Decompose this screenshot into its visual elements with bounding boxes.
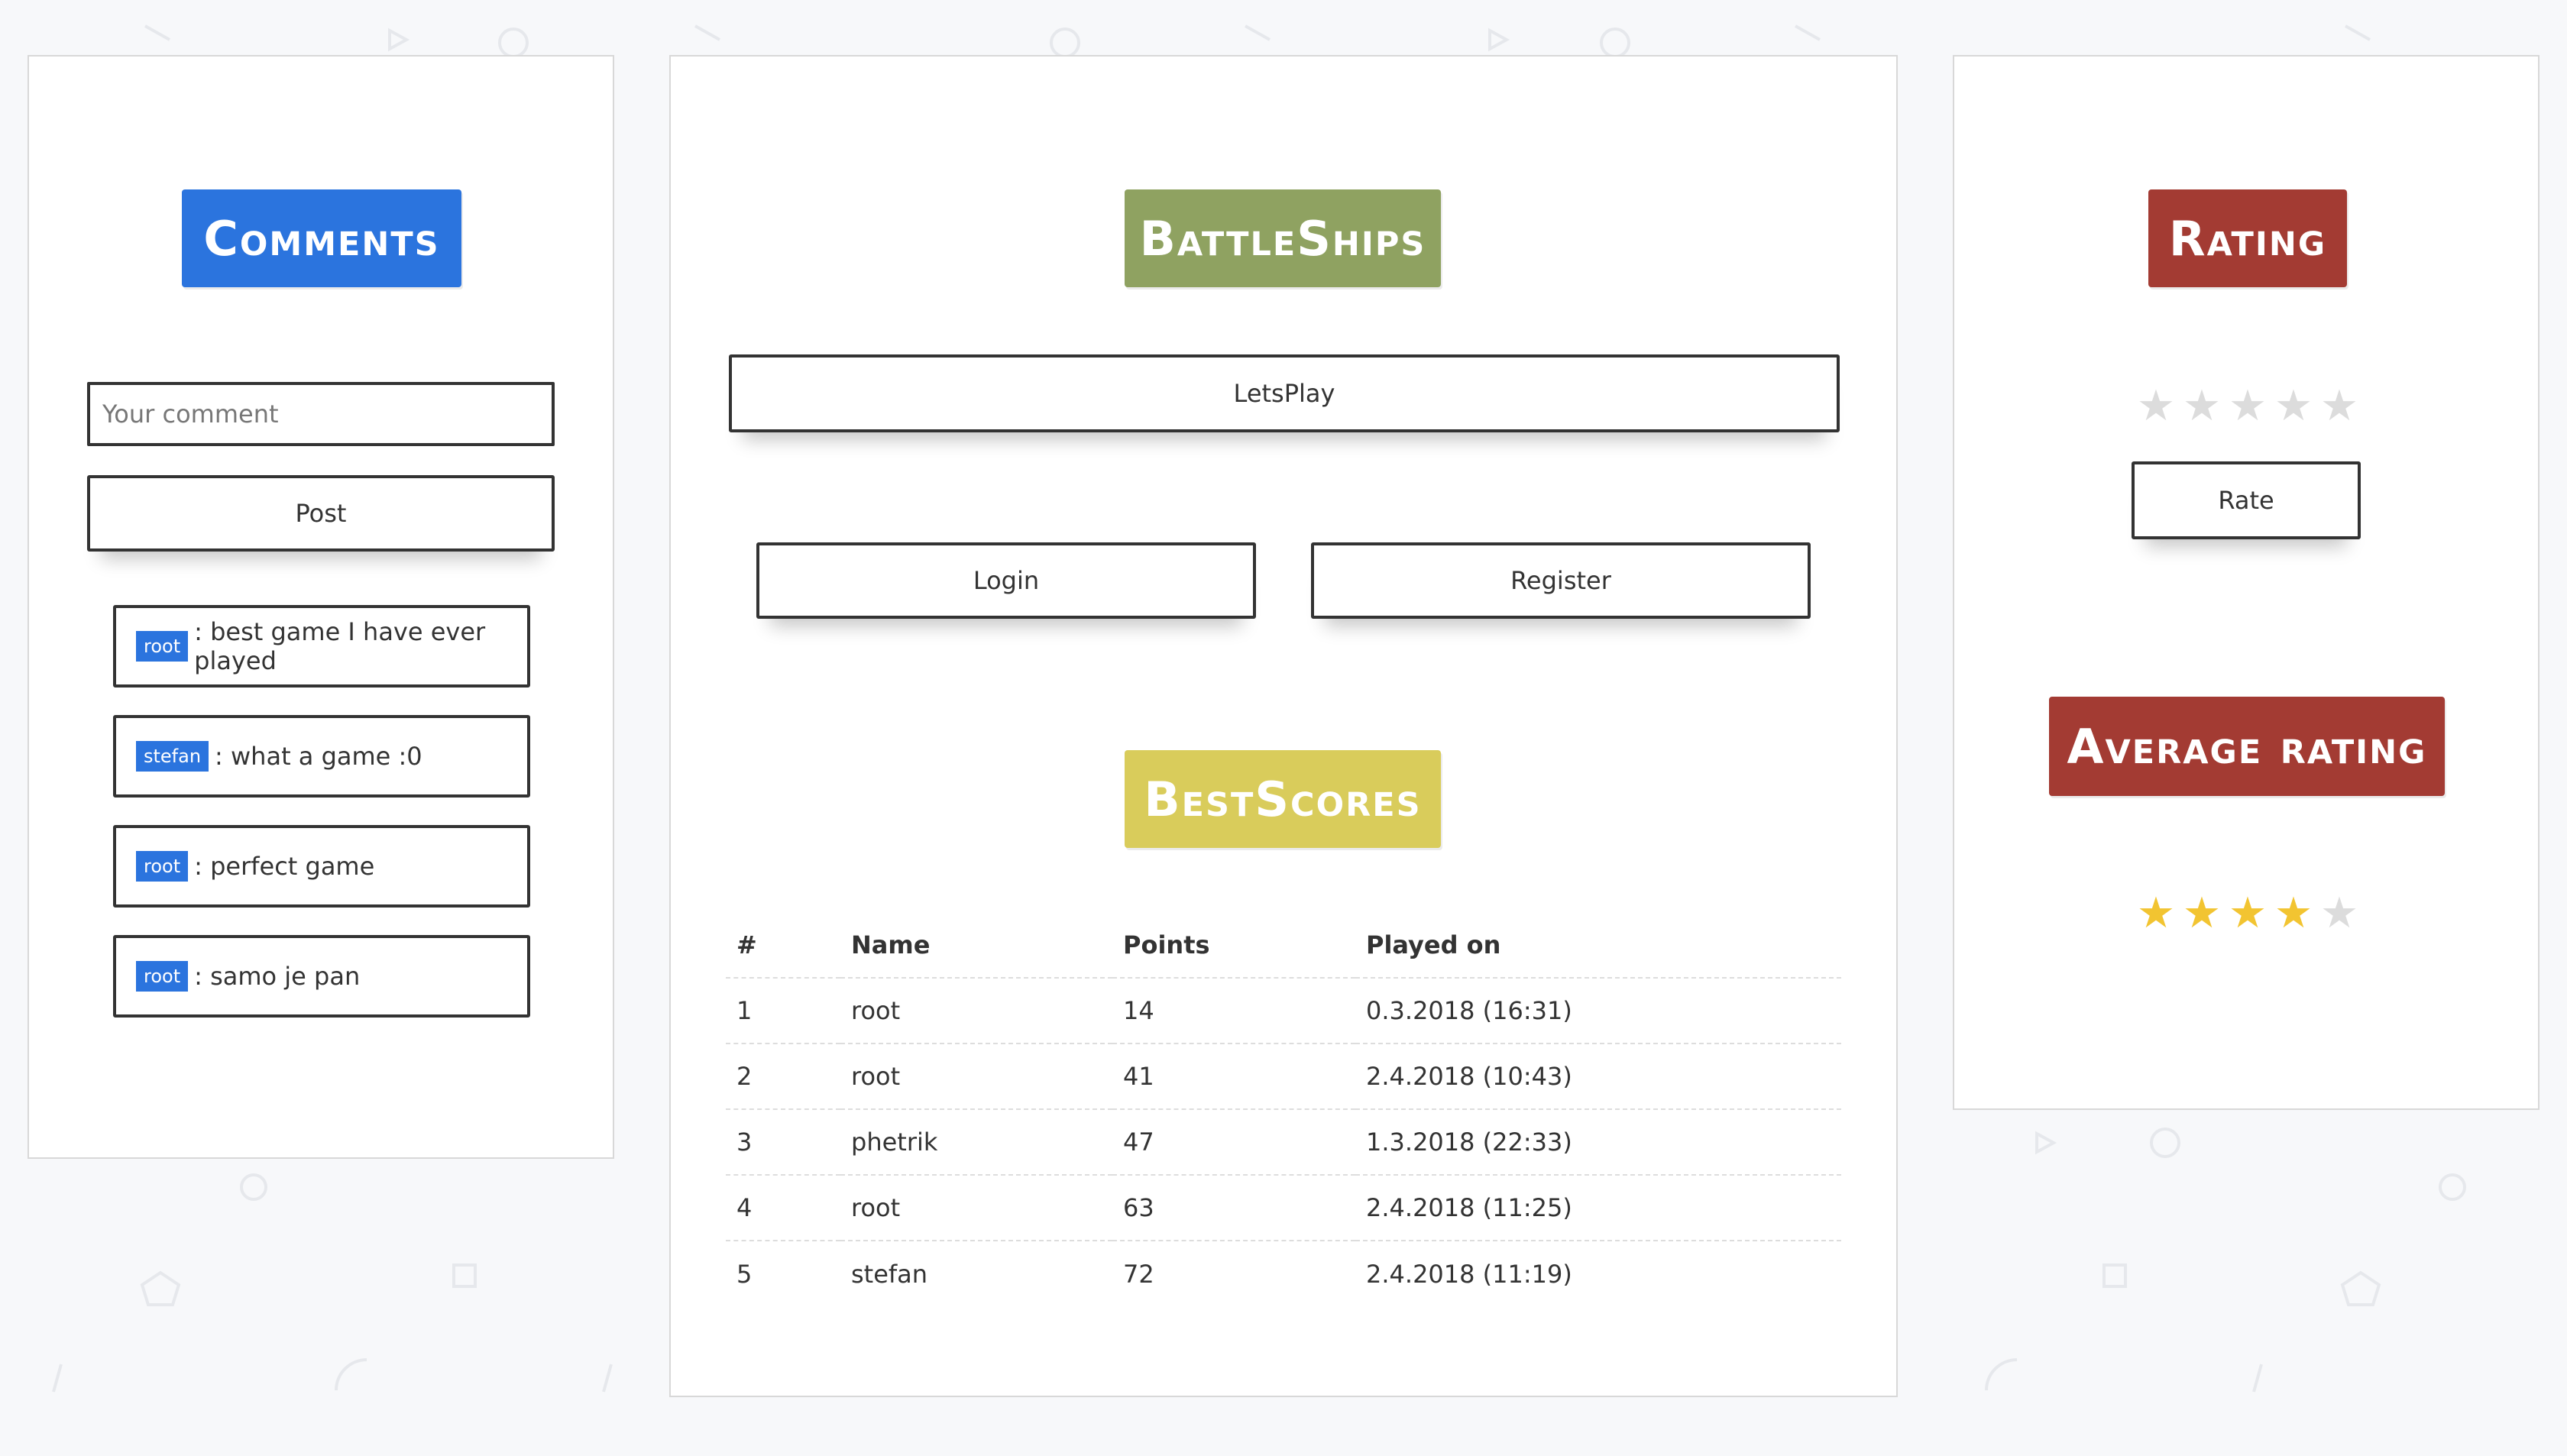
cell-rank: 1: [726, 978, 840, 1044]
cell-points: 41: [1112, 1043, 1355, 1110]
table-header-row: # Name Points Played on: [726, 912, 1841, 979]
cell-name: root: [840, 1043, 1112, 1110]
star-icon[interactable]: ★: [2133, 385, 2179, 428]
average-rating-heading: Average rating: [2049, 697, 2445, 796]
column-header: Played on: [1355, 912, 1841, 979]
comment-item: root : perfect game: [113, 825, 530, 908]
cell-played-on: 2.4.2018 (11:19): [1366, 1259, 1572, 1289]
table-row: 5 stefan 72 2.4.2018 (11:19): [726, 1241, 1841, 1306]
cell-played-on: 1.3.2018 (22:33): [1355, 1109, 1841, 1176]
cell-name: root: [840, 1175, 1112, 1241]
bestscores-heading: BestScores: [1125, 750, 1441, 848]
comments-heading: Comments: [182, 189, 461, 287]
letsplay-button[interactable]: LetsPlay: [729, 354, 1840, 432]
comment-user-badge: stefan: [136, 741, 209, 772]
comment-item: stefan : what a game :0: [113, 715, 530, 798]
comment-input[interactable]: [87, 382, 555, 446]
average-rating-stars: ★ ★ ★ ★ ★: [2133, 892, 2362, 935]
rating-panel: Rating ★ ★ ★ ★ ★ Rate Average rating ★ ★ ★ ★ ★: [1953, 55, 2539, 1110]
column-header: #: [726, 912, 840, 979]
table-row: 1 root 14 0.3.2018 (16:31): [726, 978, 1841, 1044]
star-icon[interactable]: ★: [2316, 385, 2362, 428]
cell-points: 47: [1112, 1109, 1355, 1176]
star-icon[interactable]: ★: [2225, 385, 2271, 428]
cell-name: stefan: [851, 1259, 928, 1289]
rating-stars-input[interactable]: ★ ★ ★ ★ ★: [2133, 385, 2362, 428]
star-icon: ★: [2136, 888, 2176, 938]
cell-played-on: 2.4.2018 (10:43): [1355, 1043, 1841, 1110]
cell-rank: 3: [726, 1109, 840, 1176]
cell-played-on: 0.3.2018 (16:31): [1355, 978, 1841, 1044]
comment-user-badge: root: [136, 851, 189, 882]
column-header: Name: [840, 912, 1112, 979]
star-icon[interactable]: ★: [2179, 385, 2225, 428]
cell-played-on: 2.4.2018 (11:25): [1355, 1175, 1841, 1241]
column-header: Points: [1112, 912, 1355, 979]
rating-heading: Rating: [2148, 189, 2347, 287]
cell-name: root: [840, 978, 1112, 1044]
cell-points: 72: [1123, 1259, 1154, 1289]
cell-points: 14: [1112, 978, 1355, 1044]
comment-text: : perfect game: [194, 852, 375, 881]
cell-rank: 2: [726, 1043, 840, 1110]
battleships-heading: BattleShips: [1125, 189, 1441, 287]
comment-text: : what a game :0: [215, 742, 422, 771]
star-icon: ★: [2274, 888, 2313, 938]
comment-item: root : best game I have ever played: [113, 605, 530, 688]
comment-user-badge: root: [136, 631, 189, 662]
login-button[interactable]: Login: [756, 542, 1256, 619]
post-button[interactable]: Post: [87, 475, 555, 552]
star-icon: ★: [2182, 888, 2222, 938]
table-row: 2 root 41 2.4.2018 (10:43): [726, 1043, 1841, 1110]
table-row: 3 phetrik 47 1.3.2018 (22:33): [726, 1109, 1841, 1176]
table-row: 4 root 63 2.4.2018 (11:25): [726, 1175, 1841, 1241]
star-icon: ★: [2319, 888, 2359, 938]
star-icon[interactable]: ★: [2271, 385, 2316, 428]
cell-rank: 4: [726, 1175, 840, 1241]
cell-rank: 5: [736, 1259, 753, 1289]
comment-user-badge: root: [136, 961, 189, 992]
star-icon: ★: [2228, 888, 2268, 938]
comments-panel: Comments Post root : best game I have ev…: [28, 55, 614, 1159]
cell-name: phetrik: [840, 1109, 1112, 1176]
comment-text: : samo je pan: [194, 962, 361, 991]
scores-table: # Name Points Played on 1 root 14 0.3.20…: [726, 912, 1841, 1306]
register-button[interactable]: Register: [1311, 542, 1811, 619]
comment-text: : best game I have ever played: [194, 617, 486, 675]
game-panel: BattleShips LetsPlay Login Register Best…: [669, 55, 1898, 1397]
cell-points: 63: [1112, 1175, 1355, 1241]
comment-item: root : samo je pan: [113, 935, 530, 1018]
rate-button[interactable]: Rate: [2132, 461, 2361, 539]
